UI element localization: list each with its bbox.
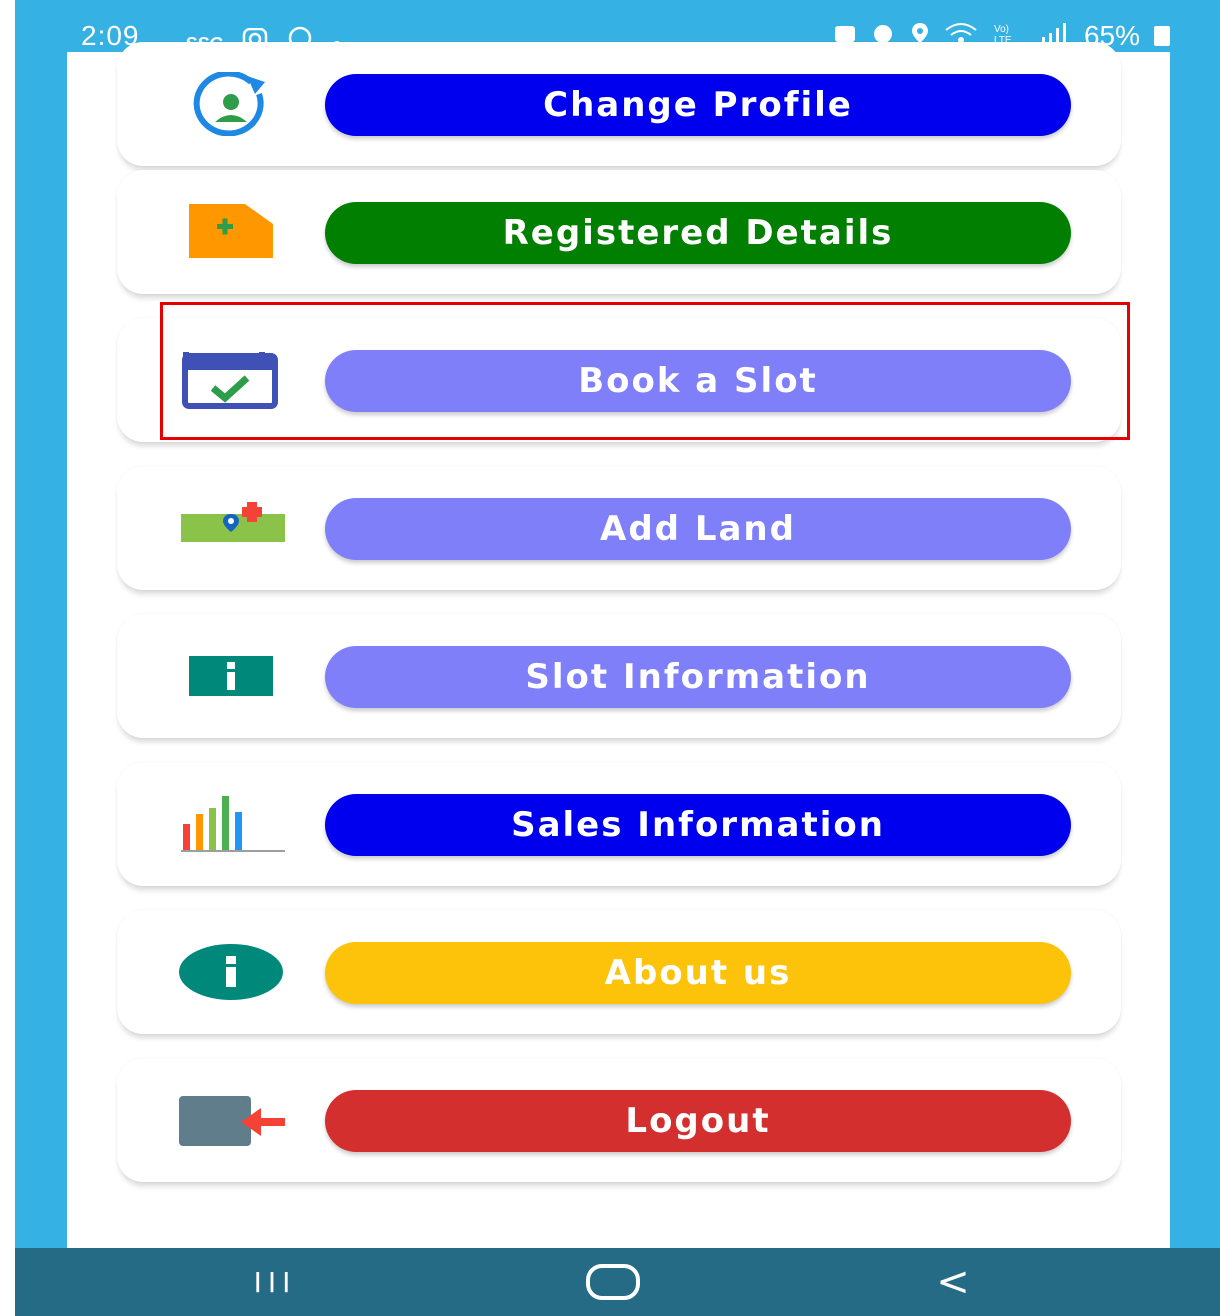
about-us-button[interactable]: About us [325, 942, 1071, 1004]
system-navigation-bar: III < [15, 1248, 1220, 1316]
home-button[interactable] [553, 1248, 673, 1316]
add-land-button[interactable]: Add Land [325, 498, 1071, 560]
highlight-box [160, 302, 1130, 440]
menu-card-registered-details: Registered Details [117, 170, 1121, 294]
battery-icon [1154, 26, 1170, 46]
logout-button[interactable]: Logout [325, 1090, 1071, 1152]
change-profile-icon [177, 72, 285, 136]
menu-card-change-profile: Change Profile [117, 42, 1121, 166]
svg-text:Vo): Vo) [994, 24, 1009, 35]
bar-chart-icon [177, 792, 285, 856]
logout-icon [177, 1088, 285, 1152]
sales-information-button[interactable]: Sales Information [325, 794, 1071, 856]
info-circle-icon [177, 940, 285, 1004]
menu-card-sales-information: Sales Information [117, 762, 1121, 886]
info-square-icon [177, 644, 285, 708]
menu-card-slot-information: Slot Information [117, 614, 1121, 738]
change-profile-button[interactable]: Change Profile [325, 74, 1071, 136]
back-button[interactable]: < [893, 1248, 1013, 1316]
document-add-icon [177, 200, 285, 264]
home-icon [586, 1264, 640, 1300]
menu-card-about-us: About us [117, 910, 1121, 1034]
recent-apps-button[interactable]: III [215, 1248, 335, 1316]
menu-panel: Change Profile Registered Details Book a… [67, 42, 1170, 1248]
slot-information-button[interactable]: Slot Information [325, 646, 1071, 708]
phone-screen: 2:09 SSG [15, 0, 1220, 1316]
menu-card-add-land: Add Land [117, 466, 1121, 590]
registered-details-button[interactable]: Registered Details [325, 202, 1071, 264]
menu-card-logout: Logout [117, 1058, 1121, 1182]
land-location-icon [177, 496, 285, 560]
